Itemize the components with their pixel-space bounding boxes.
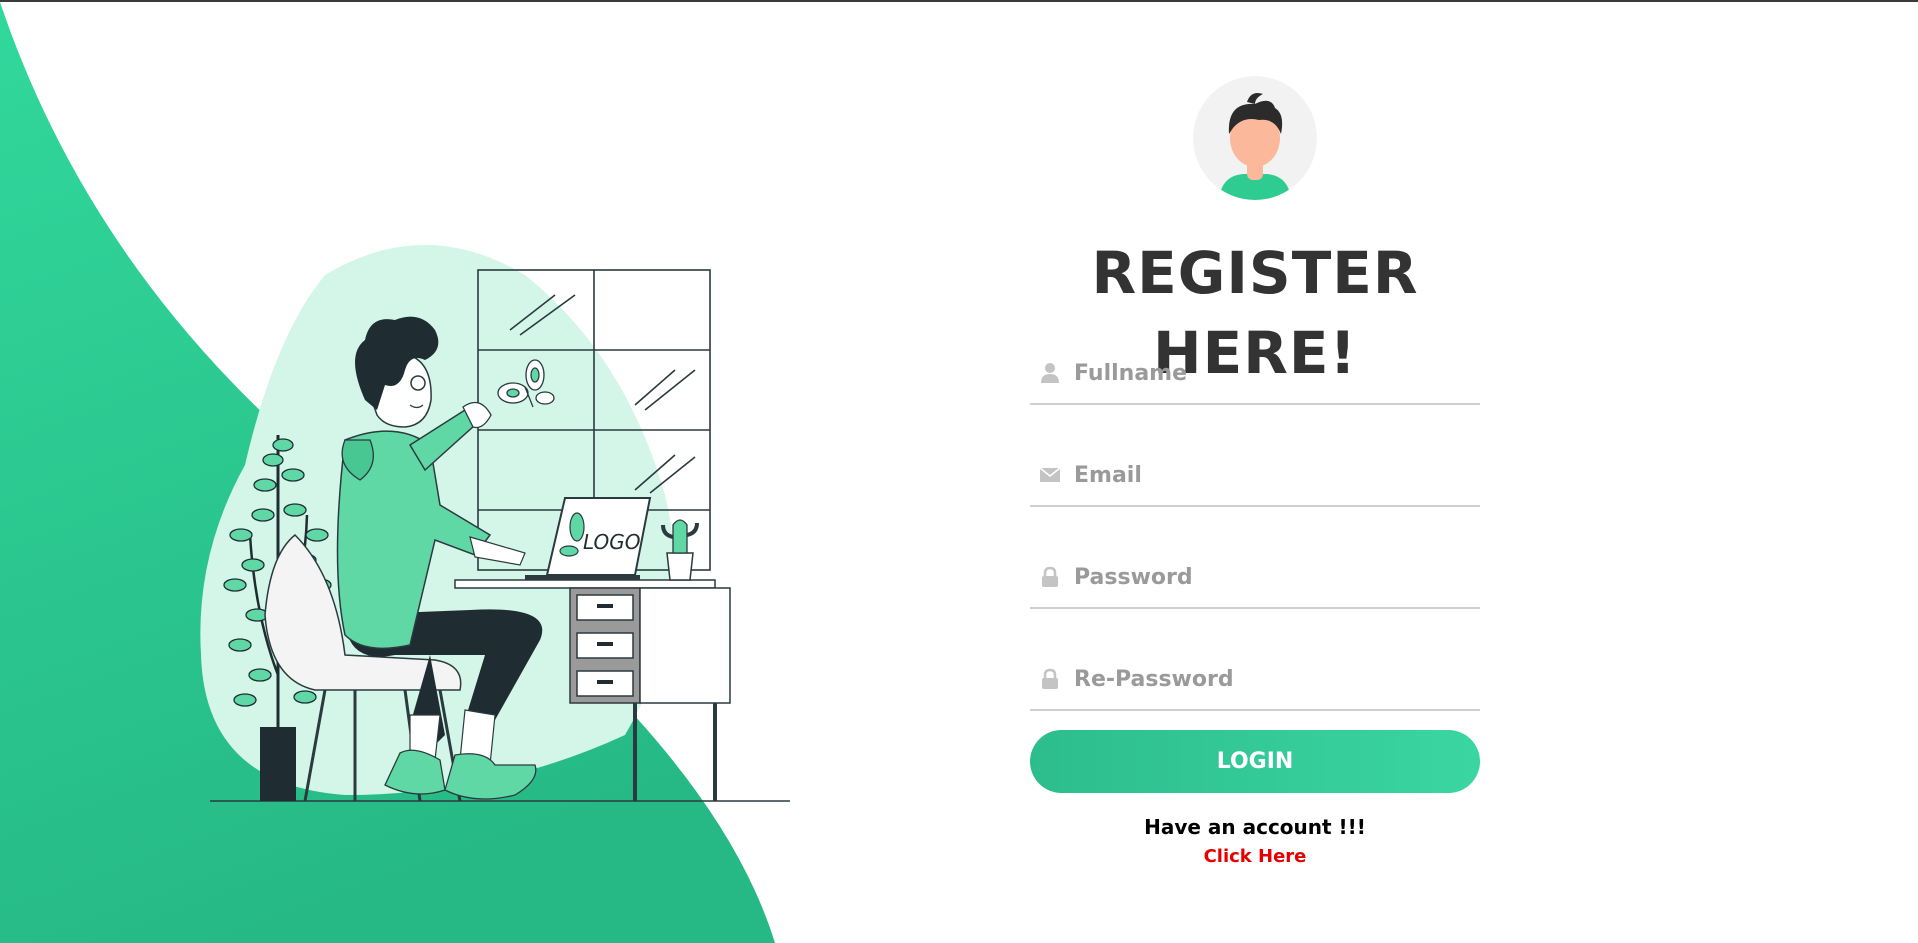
envelope-icon (1039, 467, 1061, 482)
click-here-link[interactable]: Click Here (1030, 846, 1480, 867)
email-field (1030, 445, 1480, 507)
re-password-input[interactable] (1074, 659, 1474, 699)
fullname-input[interactable] (1074, 353, 1474, 393)
user-avatar-icon (1193, 76, 1317, 200)
laptop-logo-text: LOGO (583, 530, 641, 554)
login-button[interactable]: LOGIN (1030, 730, 1480, 793)
user-icon (1041, 363, 1059, 383)
have-account-text: Have an account !!! (1144, 815, 1366, 839)
person-at-desk-illustration: LOGO (200, 245, 790, 802)
re-password-field (1030, 649, 1480, 711)
password-input[interactable] (1074, 557, 1474, 597)
password-field (1030, 547, 1480, 609)
lock-icon (1042, 668, 1058, 689)
lock-icon (1042, 566, 1058, 587)
fullname-field (1030, 343, 1480, 405)
email-input[interactable] (1074, 455, 1474, 495)
